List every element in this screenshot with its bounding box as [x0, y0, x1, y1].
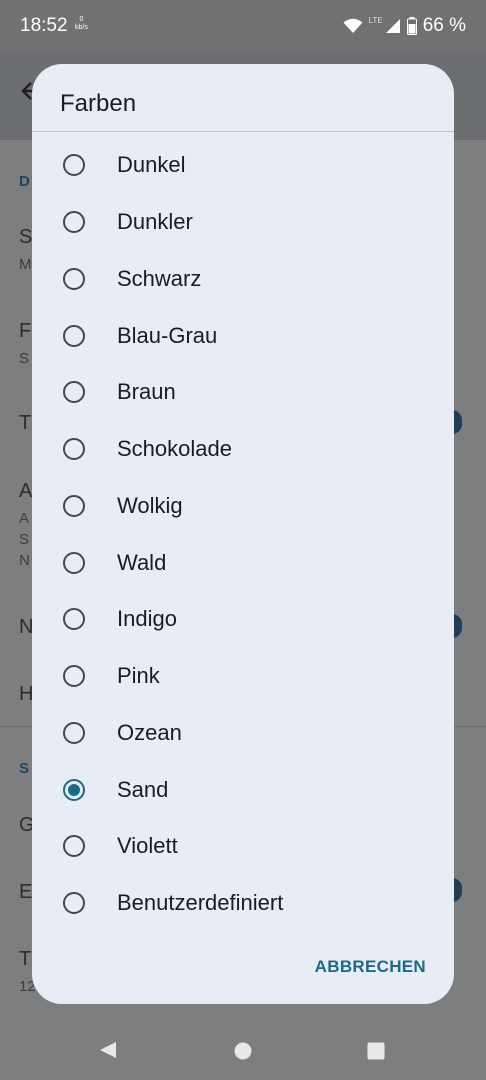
color-option-label: Wald: [117, 549, 167, 575]
color-option-label: Schokolade: [117, 436, 232, 462]
color-option-label: Blau-Grau: [117, 322, 218, 348]
nav-recents-icon[interactable]: [367, 1042, 385, 1065]
background-item-title: S: [19, 226, 33, 248]
wifi-icon: [343, 18, 363, 34]
radio-unchecked-icon[interactable]: [63, 665, 85, 688]
color-option[interactable]: Braun: [32, 364, 454, 421]
radio-unchecked-icon[interactable]: [63, 324, 85, 347]
background-item-title: F: [19, 320, 32, 342]
network-type: LTE: [368, 15, 383, 25]
color-option[interactable]: Schokolade: [32, 421, 454, 478]
radio-checked-icon[interactable]: [63, 778, 85, 801]
background-item-subtitle: A: [19, 510, 30, 527]
background-section-header: D: [19, 173, 30, 190]
radio-unchecked-icon[interactable]: [63, 381, 85, 404]
color-option-label: Braun: [117, 379, 176, 405]
background-item-subtitle: N: [19, 552, 30, 569]
color-options-list: Dunkel Dunkler Schwarz Blau-Grau Braun Schoko…: [32, 137, 454, 932]
radio-unchecked-icon[interactable]: [63, 438, 85, 461]
radio-unchecked-icon[interactable]: [63, 721, 85, 744]
color-option[interactable]: Wolkig: [32, 478, 454, 535]
network-speed-unit: kb/s: [75, 24, 88, 31]
background-item-subtitle: S: [19, 531, 30, 548]
navigation-bar: [0, 1020, 486, 1080]
radio-unchecked-icon[interactable]: [63, 892, 85, 915]
network-speed: 0 kb/s: [75, 16, 88, 32]
nav-home-icon[interactable]: [234, 1042, 252, 1065]
background-item-title: E: [19, 881, 33, 903]
status-bar: 18:52 0 kb/s LTE 66 %: [0, 0, 486, 52]
color-option[interactable]: Sand: [32, 761, 454, 818]
radio-unchecked-icon[interactable]: [63, 494, 85, 517]
color-option[interactable]: Schwarz: [32, 251, 454, 308]
color-option-label: Sand: [117, 776, 169, 802]
color-option[interactable]: Ozean: [32, 705, 454, 762]
nav-back-icon[interactable]: [99, 1041, 117, 1064]
color-option[interactable]: Wald: [32, 534, 454, 591]
battery-percent: 66 %: [422, 15, 466, 36]
color-option[interactable]: Benutzerdefiniert: [32, 875, 454, 932]
status-icons: LTE 66 %: [343, 15, 466, 37]
color-option[interactable]: Dunkler: [32, 194, 454, 251]
background-item-title: T: [19, 948, 32, 970]
cancel-button[interactable]: ABBRECHEN: [315, 957, 426, 977]
radio-unchecked-icon[interactable]: [63, 154, 85, 177]
color-option-label: Ozean: [117, 719, 182, 745]
colors-dialog: Farben Dunkel Dunkler Schwarz Blau-Grau Brau…: [32, 64, 454, 1004]
color-option-label: Schwarz: [117, 265, 202, 291]
radio-unchecked-icon[interactable]: [63, 835, 85, 858]
color-option-label: Wolkig: [117, 492, 183, 518]
background-item-subtitle: M: [19, 256, 32, 273]
color-option-label: Benutzerdefiniert: [117, 890, 284, 916]
color-option[interactable]: Pink: [32, 648, 454, 705]
network-speed-value: 0: [79, 16, 84, 23]
color-option-label: Dunkler: [117, 209, 193, 235]
battery-icon: [406, 17, 417, 35]
color-option-label: Dunkel: [117, 152, 186, 178]
background-section-header: S: [19, 760, 30, 777]
radio-unchecked-icon[interactable]: [63, 211, 85, 234]
background-item-title: T: [19, 412, 32, 434]
color-option[interactable]: Dunkel: [32, 137, 454, 194]
background-item-subtitle: S: [19, 350, 30, 367]
radio-unchecked-icon[interactable]: [63, 267, 85, 290]
color-option[interactable]: Violett: [32, 818, 454, 875]
color-option-label: Pink: [117, 663, 160, 689]
color-option[interactable]: Indigo: [32, 591, 454, 648]
color-option-label: Indigo: [117, 606, 177, 632]
dialog-title: Farben: [60, 90, 137, 117]
signal-icon: [385, 18, 401, 34]
background-item-title: A: [19, 480, 33, 502]
color-option-label: Violett: [117, 833, 178, 859]
radio-unchecked-icon[interactable]: [63, 608, 85, 631]
radio-unchecked-icon[interactable]: [63, 551, 85, 574]
dialog-divider: [32, 131, 454, 132]
status-time: 18:52: [20, 15, 68, 36]
color-option[interactable]: Blau-Grau: [32, 307, 454, 364]
